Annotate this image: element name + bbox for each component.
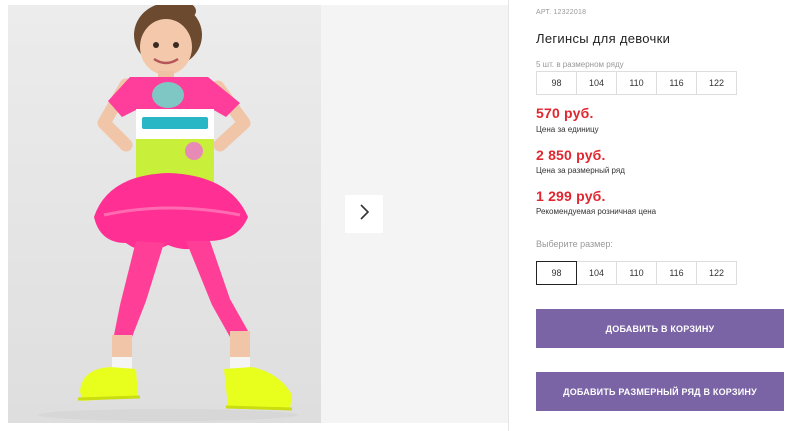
pack-price-note: Цена за размерный ряд <box>536 166 625 175</box>
size-option-110[interactable]: 110 <box>616 261 657 285</box>
size-option-104[interactable]: 104 <box>576 261 617 285</box>
add-to-cart-button[interactable]: ДОБАВИТЬ В КОРЗИНУ <box>536 309 784 348</box>
chevron-right-icon <box>358 203 370 225</box>
pack-size-cell: 110 <box>616 71 657 95</box>
pack-size-cell: 98 <box>536 71 577 95</box>
product-photo <box>8 5 321 423</box>
size-option-116[interactable]: 116 <box>656 261 697 285</box>
product-gallery <box>0 0 510 431</box>
product-title: Легинсы для девочки <box>536 31 671 46</box>
pack-size-row: 98 104 110 116 122 <box>536 71 737 95</box>
pack-size-label: 5 шт. в размерном ряду <box>536 60 624 69</box>
column-divider <box>508 0 509 431</box>
size-option-98[interactable]: 98 <box>536 261 577 285</box>
size-select-label: Выберите размер: <box>536 239 613 249</box>
unit-price: 570 руб. <box>536 105 594 121</box>
retail-price-note: Рекомендуемая розничная цена <box>536 207 657 216</box>
gallery-next-button[interactable] <box>345 195 383 233</box>
size-option-122[interactable]: 122 <box>696 261 737 285</box>
pack-size-cell: 122 <box>696 71 737 95</box>
article-number: АРТ. 12322018 <box>536 9 587 16</box>
size-selector: 98 104 110 116 122 <box>536 261 737 285</box>
pack-price: 2 850 руб. <box>536 147 606 163</box>
add-pack-to-cart-button[interactable]: ДОБАВИТЬ РАЗМЕРНЫЙ РЯД В КОРЗИНУ <box>536 372 784 411</box>
pack-size-cell: 116 <box>656 71 697 95</box>
pack-size-cell: 104 <box>576 71 617 95</box>
unit-price-note: Цена за единицу <box>536 125 599 134</box>
retail-price: 1 299 руб. <box>536 188 606 204</box>
